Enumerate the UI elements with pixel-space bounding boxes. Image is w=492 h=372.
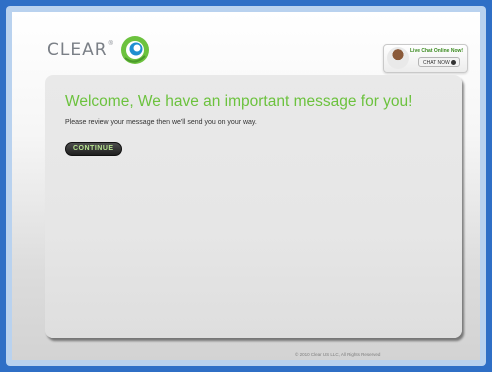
- agent-avatar: [387, 47, 409, 69]
- message-text: Please review your message then we'll se…: [65, 119, 257, 126]
- welcome-heading: Welcome, We have an important message fo…: [65, 93, 413, 110]
- page: CLEAR ® Live Chat Online Now! CHAT NOW W…: [12, 12, 480, 360]
- chat-now-button[interactable]: CHAT NOW: [418, 57, 460, 67]
- live-chat-widget[interactable]: Live Chat Online Now! CHAT NOW: [383, 44, 468, 73]
- chat-now-label: CHAT NOW: [423, 60, 450, 66]
- copyright-footer: © 2010 Clear US LLC, All Rights Reserved: [295, 352, 381, 357]
- clear-swirl-icon: [120, 36, 149, 64]
- logo-wordmark: CLEAR: [47, 40, 108, 60]
- trademark-symbol: ®: [108, 41, 113, 47]
- continue-button[interactable]: CONTINUE: [65, 142, 122, 156]
- chat-bubble-icon: [451, 60, 456, 65]
- window-frame: CLEAR ® Live Chat Online Now! CHAT NOW W…: [6, 6, 486, 366]
- message-panel: Welcome, We have an important message fo…: [45, 75, 462, 338]
- live-chat-label: Live Chat Online Now!: [410, 48, 464, 54]
- clear-logo[interactable]: CLEAR ®: [47, 34, 151, 66]
